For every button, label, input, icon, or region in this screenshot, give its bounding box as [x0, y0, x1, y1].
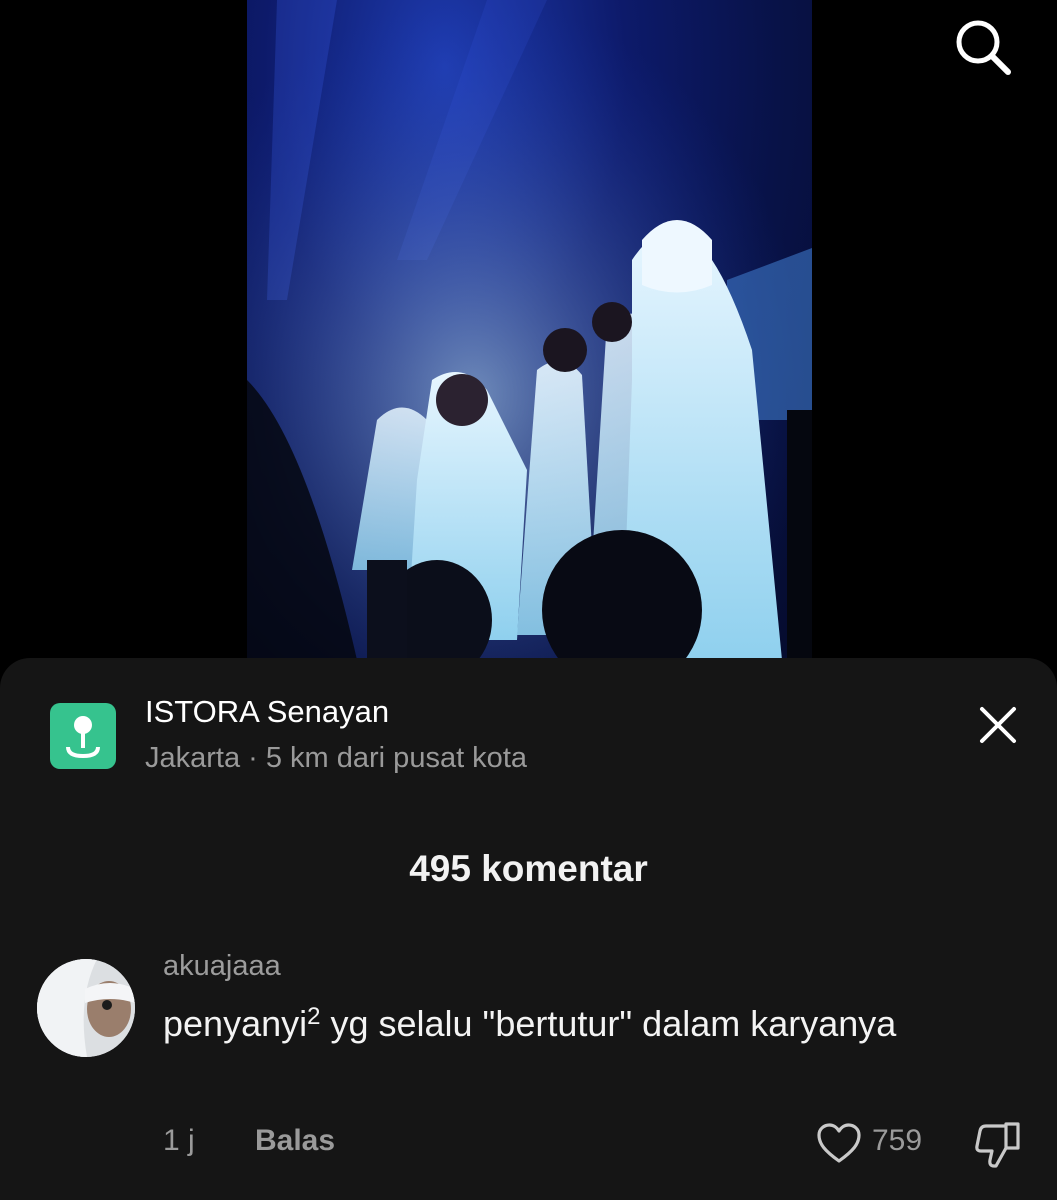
concert-scene: [247, 0, 812, 660]
like-count: 759: [872, 1124, 923, 1157]
map-pin-icon: [66, 716, 100, 759]
comment-text-part: penyanyi: [163, 1003, 308, 1044]
avatar[interactable]: [37, 959, 135, 1057]
heart-icon: [817, 1123, 861, 1163]
video-area[interactable]: [0, 0, 1057, 660]
comment-count: 495 komentar: [409, 848, 648, 889]
comment-text: penyanyi2 yg selalu "bertutur" dalam kar…: [163, 997, 923, 1050]
close-icon: [980, 707, 1016, 743]
comment-time: 1 j: [163, 1124, 195, 1157]
like-button[interactable]: [815, 1120, 863, 1168]
dislike-button[interactable]: [972, 1118, 1024, 1170]
avatar-image: [37, 959, 135, 1057]
location-name[interactable]: ISTORA Senayan: [145, 694, 389, 730]
video-frame[interactable]: [247, 0, 812, 660]
location-badge[interactable]: [50, 703, 116, 769]
reply-button[interactable]: Balas: [255, 1124, 335, 1158]
comment-text-part: yg selalu "bertutur" dalam karyanya: [320, 1003, 897, 1044]
close-button[interactable]: [972, 699, 1024, 751]
location-subtitle: Jakarta · 5 km dari pusat kota: [145, 742, 527, 774]
thumbs-down-icon: [975, 1122, 1020, 1168]
search-icon: [956, 20, 1011, 75]
comments-sheet: [0, 658, 1057, 1200]
comment-username[interactable]: akuajaaa: [163, 950, 281, 983]
comment-superscript: 2: [307, 1003, 321, 1030]
search-button[interactable]: [948, 12, 1016, 80]
